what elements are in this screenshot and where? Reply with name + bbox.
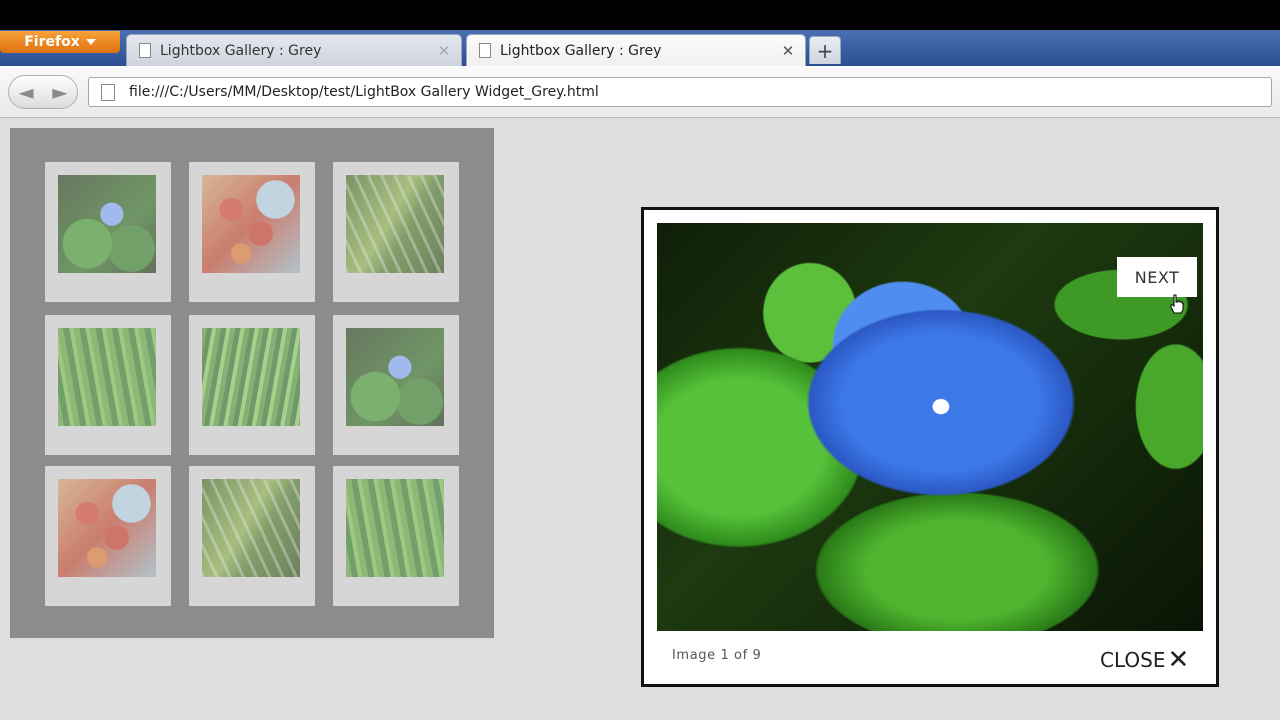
tab-1[interactable]: Lightbox Gallery : Grey ✕ [126, 34, 462, 66]
gallery-thumbnail[interactable] [45, 162, 171, 302]
thumbnail-image [58, 175, 156, 273]
back-button[interactable]: ◄ [9, 75, 43, 109]
close-button[interactable]: CLOSE ✕ [1100, 645, 1190, 675]
thumbnail-image [202, 479, 300, 577]
forward-button[interactable]: ► [43, 75, 77, 109]
thumbnail-image [346, 175, 444, 273]
firefox-menu-label: Firefox [24, 34, 80, 50]
plus-icon: + [816, 38, 834, 63]
page-icon [139, 43, 151, 58]
url-bar[interactable]: file:///C:/Users/MM/Desktop/test/LightBo… [88, 77, 1272, 107]
thumbnail-image [346, 479, 444, 577]
page-content: NEXT Image 1 of 9 CLOSE ✕ [0, 118, 1280, 720]
page-icon [479, 43, 491, 58]
gallery-thumbnail[interactable] [189, 466, 315, 606]
close-label: CLOSE [1100, 648, 1166, 672]
gallery-panel [10, 128, 494, 638]
gallery-thumbnail[interactable] [333, 315, 459, 455]
lightbox-modal: NEXT Image 1 of 9 CLOSE ✕ [641, 207, 1219, 687]
thumbnail-image [346, 328, 444, 426]
gallery-thumbnail[interactable] [189, 315, 315, 455]
navigation-bar: ◄ ► file:///C:/Users/MM/Desktop/test/Lig… [0, 66, 1280, 118]
back-arrow-icon: ◄ [18, 80, 34, 104]
image-counter: Image 1 of 9 [672, 648, 762, 663]
tab-title: Lightbox Gallery : Grey [500, 42, 662, 59]
page-icon [101, 83, 115, 101]
next-label: NEXT [1134, 267, 1180, 287]
url-text[interactable]: file:///C:/Users/MM/Desktop/test/LightBo… [129, 84, 599, 100]
thumbnail-image [202, 328, 300, 426]
gallery-thumbnail[interactable] [333, 162, 459, 302]
forward-arrow-icon: ► [52, 80, 68, 104]
hand-cursor-icon [1170, 294, 1184, 314]
dropdown-caret-icon [85, 39, 96, 45]
gallery-thumbnail[interactable] [189, 162, 315, 302]
thumbnail-image [202, 175, 300, 273]
gallery-thumbnail[interactable] [333, 466, 459, 606]
close-icon: ✕ [1167, 645, 1190, 675]
back-forward-group: ◄ ► [8, 75, 78, 109]
thumbnail-image [58, 479, 156, 577]
tab-strip: Firefox Lightbox Gallery : Grey ✕ Lightb… [0, 0, 1280, 66]
next-button[interactable]: NEXT [1117, 257, 1197, 297]
gallery-thumbnail[interactable] [45, 466, 171, 606]
new-tab-button[interactable]: + [809, 36, 841, 64]
close-tab-icon[interactable]: ✕ [433, 42, 455, 60]
tab-title: Lightbox Gallery : Grey [160, 42, 322, 59]
gallery-thumbnail[interactable] [45, 315, 171, 455]
thumbnail-image [58, 328, 156, 426]
firefox-menu-button[interactable]: Firefox [0, 31, 120, 53]
close-tab-icon[interactable]: ✕ [777, 42, 799, 60]
tab-2[interactable]: Lightbox Gallery : Grey ✕ [466, 34, 806, 66]
